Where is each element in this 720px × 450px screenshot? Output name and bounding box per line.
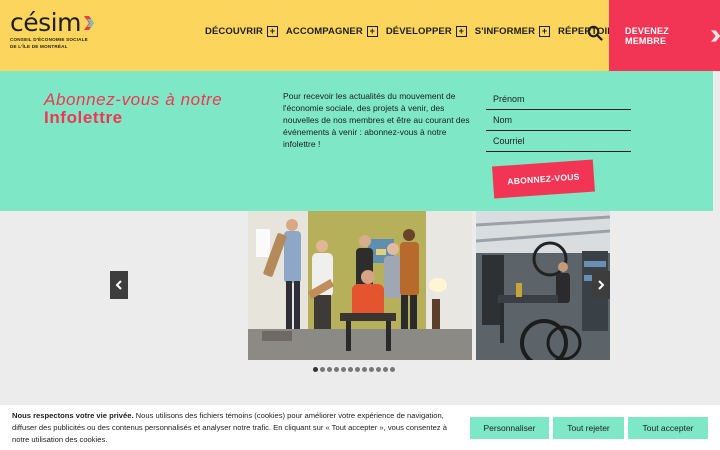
carousel-dot[interactable] bbox=[369, 367, 374, 372]
chevron-right-icon bbox=[598, 280, 605, 290]
subscribe-button[interactable]: ABONNEZ-VOUS bbox=[492, 159, 595, 199]
cookie-lead: Nous respectons votre vie privée. bbox=[12, 411, 134, 420]
carousel-dot[interactable] bbox=[383, 367, 388, 372]
nav-label: DÉVELOPPER bbox=[385, 26, 452, 37]
lastname-field[interactable]: Nom bbox=[486, 113, 631, 131]
carousel-next-button[interactable] bbox=[592, 271, 610, 299]
plus-icon[interactable]: + bbox=[539, 26, 551, 37]
carousel-dots bbox=[313, 367, 397, 372]
nav-item-decouvrir[interactable]: DÉCOUVRIR + bbox=[205, 26, 278, 37]
cesim-logo[interactable]: césim CONSEIL D'ÉCONOMIE SOCIALE DE L'ÎL… bbox=[10, 10, 97, 49]
carousel-dot[interactable] bbox=[355, 367, 360, 372]
nav-label: ACCOMPAGNER bbox=[285, 26, 363, 37]
become-member-label: DEVENEZ MEMBRE bbox=[625, 25, 669, 46]
accept-all-button[interactable]: Tout accepter bbox=[628, 417, 708, 439]
cookie-banner: Nous respectons votre vie privée. Nous u… bbox=[0, 405, 720, 450]
logo-subtitle-2: DE L'ÎLE DE MONTRÉAL bbox=[10, 43, 68, 49]
carousel-dot[interactable] bbox=[320, 367, 325, 372]
become-member-button[interactable]: DEVENEZ MEMBRE bbox=[609, 0, 720, 71]
carousel-dot[interactable] bbox=[390, 367, 395, 372]
team-photo-image bbox=[248, 211, 472, 360]
carousel-dot[interactable] bbox=[334, 367, 339, 372]
plus-icon[interactable]: + bbox=[266, 26, 278, 37]
firstname-field[interactable]: Prénom bbox=[486, 92, 631, 110]
main-nav: DÉCOUVRIR + ACCOMPAGNER + DÉVELOPPER + S… bbox=[205, 26, 629, 37]
newsletter-section: Abonnez-vous à notre Infolettre Pour rec… bbox=[0, 71, 713, 211]
cookie-message: Nous respectons votre vie privée. Nous u… bbox=[12, 410, 462, 446]
carousel-dot[interactable] bbox=[376, 367, 381, 372]
carousel-prev-button[interactable] bbox=[110, 271, 128, 299]
carousel-dot[interactable] bbox=[341, 367, 346, 372]
carousel-dot[interactable] bbox=[362, 367, 367, 372]
logo-arrow-icon bbox=[83, 16, 94, 30]
carousel-dot[interactable] bbox=[313, 367, 318, 372]
plus-icon[interactable]: + bbox=[366, 26, 378, 37]
plus-icon[interactable]: + bbox=[455, 26, 467, 37]
nav-label: DÉCOUVRIR bbox=[205, 26, 263, 37]
nav-item-sinformer[interactable]: S'INFORMER + bbox=[474, 26, 551, 37]
nav-label: S'INFORMER bbox=[474, 26, 536, 37]
customize-button[interactable]: Personnaliser bbox=[470, 417, 549, 439]
workshop-photo-image bbox=[476, 211, 610, 360]
chevron-right-icon bbox=[710, 29, 720, 42]
nav-item-accompagner[interactable]: ACCOMPAGNER + bbox=[286, 26, 378, 37]
site-header: césim CONSEIL D'ÉCONOMIE SOCIALE DE L'ÎL… bbox=[0, 0, 720, 71]
logo-subtitle-1: CONSEIL D'ÉCONOMIE SOCIALE bbox=[10, 37, 88, 42]
reject-all-button[interactable]: Tout rejeter bbox=[553, 417, 624, 439]
newsletter-title-line1: Abonnez-vous à notre bbox=[44, 90, 223, 109]
carousel-dot[interactable] bbox=[327, 367, 332, 372]
carousel-slide-workshop-photo bbox=[476, 211, 610, 360]
carousel-dot[interactable] bbox=[348, 367, 353, 372]
search-icon[interactable] bbox=[587, 25, 603, 41]
logo-wordmark: césim bbox=[10, 8, 81, 37]
newsletter-description: Pour recevoir les actualités du mouvemen… bbox=[283, 91, 470, 149]
newsletter-title-line2: Infolettre bbox=[44, 108, 123, 127]
chevron-left-icon bbox=[115, 280, 122, 290]
email-field[interactable]: Courriel bbox=[486, 134, 631, 152]
nav-item-developper[interactable]: DÉVELOPPER + bbox=[386, 26, 467, 37]
carousel-slide-team-photo bbox=[248, 211, 472, 360]
